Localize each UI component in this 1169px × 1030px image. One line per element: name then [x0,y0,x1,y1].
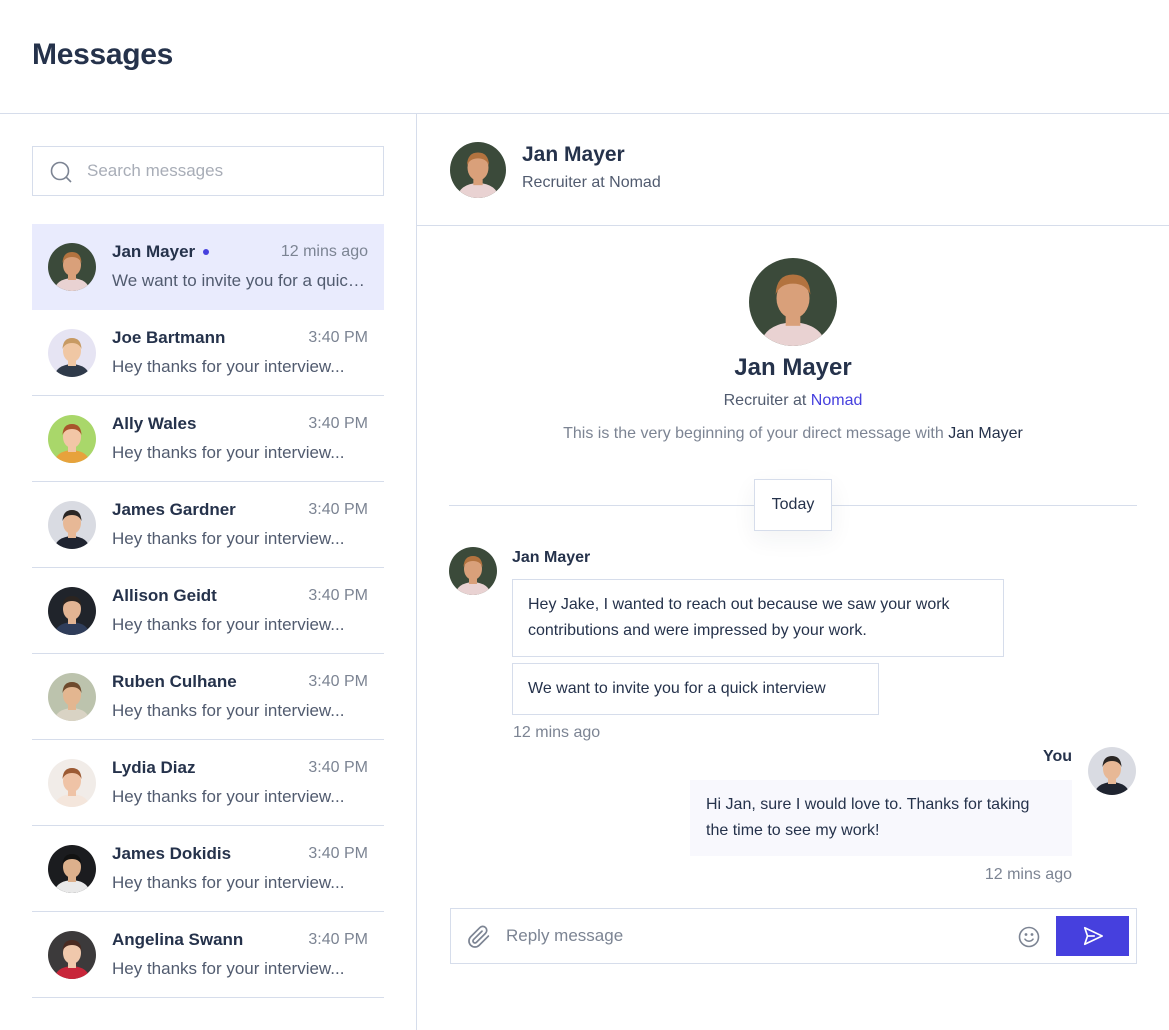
message-time: 12 mins ago [513,724,601,741]
contact-role: Recruiter at Nomad [522,174,661,191]
reply-box [450,908,1137,964]
avatar [48,845,96,893]
conversation-time: 3:40 PM [308,845,368,862]
avatar [48,329,96,377]
avatar [48,931,96,979]
conversation-time: 3:40 PM [308,673,368,690]
conversation-time: 3:40 PM [308,329,368,346]
conversation-name: Allison Geidt [112,586,217,605]
intro-note-name: Jan Mayer [948,425,1023,442]
conversation-item[interactable]: Jan Mayer 12 mins ago We want to invite … [32,224,384,310]
avatar [749,258,837,346]
conversation-item[interactable]: Ally Wales 3:40 PM Hey thanks for your i… [32,396,384,482]
intro-role: Recruiter at Nomad [723,392,863,409]
conversation-preview: Hey thanks for your interview... [112,615,345,634]
conversation-preview: Hey thanks for your interview... [112,529,345,548]
conversation-item[interactable]: Joe Bartmann 3:40 PM Hey thanks for your… [32,310,384,396]
portrait-image [48,329,96,377]
conversation-name: Lydia Diaz [112,758,196,777]
company-link[interactable]: Nomad [811,392,863,409]
send-icon [1083,926,1103,946]
search-box[interactable] [32,146,384,196]
chat-panel: Jan Mayer Recruiter at Nomad Jan Mayer R… [417,114,1169,1030]
conversation-preview: Hey thanks for your interview... [112,357,345,376]
conversation-item[interactable]: Ruben Culhane 3:40 PM Hey thanks for you… [32,654,384,740]
portrait-image [48,415,96,463]
portrait-image [1088,747,1136,795]
search-input[interactable] [87,147,377,195]
conversation-item[interactable]: James Gardner 3:40 PM Hey thanks for you… [32,482,384,568]
send-button[interactable] [1056,916,1129,956]
avatar [48,243,96,291]
conversation-name: Angelina Swann [112,930,244,949]
conversation-preview: Hey thanks for your interview... [112,873,345,892]
message-sender: Jan Mayer [512,549,591,566]
conversation-time: 3:40 PM [308,587,368,604]
conversation-name: James Dokidis [112,844,232,863]
reply-input[interactable] [506,909,1006,963]
outgoing-message: Hi Jan, sure I would love to. Thanks for… [690,780,1072,856]
avatar [48,415,96,463]
conversation-name: Ruben Culhane [112,672,237,691]
conversation-time: 3:40 PM [308,415,368,432]
portrait-image [749,258,837,346]
conversation-item[interactable]: Allison Geidt 3:40 PM Hey thanks for you… [32,568,384,654]
incoming-message: We want to invite you for a quick interv… [512,663,879,715]
contact-name[interactable]: Jan Mayer [522,143,625,167]
conversation-preview: Hey thanks for your interview... [112,787,345,806]
conversation-preview: Hey thanks for your interview... [112,959,345,978]
portrait-image [449,547,497,595]
intro-note: This is the very beginning of your direc… [563,425,1023,442]
conversation-name: James Gardner [112,500,236,519]
portrait-image [48,501,96,549]
conversation-preview: We want to invite you for a quick interv… [112,271,368,290]
conversation-preview: Hey thanks for your interview... [112,443,345,462]
chat-header: Jan Mayer Recruiter at Nomad [417,114,1169,226]
conversation-preview: Hey thanks for your interview... [112,701,345,720]
avatar[interactable] [450,142,506,198]
conversation-item[interactable]: Lydia Diaz 3:40 PM Hey thanks for your i… [32,740,384,826]
avatar [48,759,96,807]
intro-name: Jan Mayer [734,354,852,381]
portrait-image [48,673,96,721]
smiley-icon[interactable] [1017,925,1041,949]
day-badge: Today [754,479,832,531]
online-indicator [203,248,210,255]
page-title: Messages [32,38,174,71]
conversation-time: 3:40 PM [308,759,368,776]
avatar [48,673,96,721]
portrait-image [48,845,96,893]
avatar [48,501,96,549]
avatar [1088,747,1136,795]
portrait-image [48,759,96,807]
conversation-name: Ally Wales [112,414,197,433]
conversation-time: 12 mins ago [280,243,368,260]
avatar [449,547,497,595]
search-icon [50,161,72,183]
conversation-sidebar: Jan Mayer 12 mins ago We want to invite … [0,114,417,1030]
conversation-name: Jan Mayer [112,242,210,262]
message-time: 12 mins ago [984,866,1072,883]
conversation-item[interactable]: Angelina Swann 3:40 PM Hey thanks for yo… [32,912,384,998]
incoming-message: Hey Jake, I wanted to reach out because … [512,579,1004,657]
conversation-item[interactable]: James Dokidis 3:40 PM Hey thanks for you… [32,826,384,912]
portrait-image [48,931,96,979]
portrait-image [450,142,506,198]
avatar [48,587,96,635]
conversation-list: Jan Mayer 12 mins ago We want to invite … [32,224,384,998]
paperclip-icon[interactable] [467,925,491,949]
portrait-image [48,587,96,635]
message-sender: You [1042,748,1072,765]
page-header: Messages [0,0,1169,114]
conversation-time: 3:40 PM [308,501,368,518]
portrait-image [48,243,96,291]
conversation-name: Joe Bartmann [112,328,226,347]
conversation-time: 3:40 PM [308,931,368,948]
